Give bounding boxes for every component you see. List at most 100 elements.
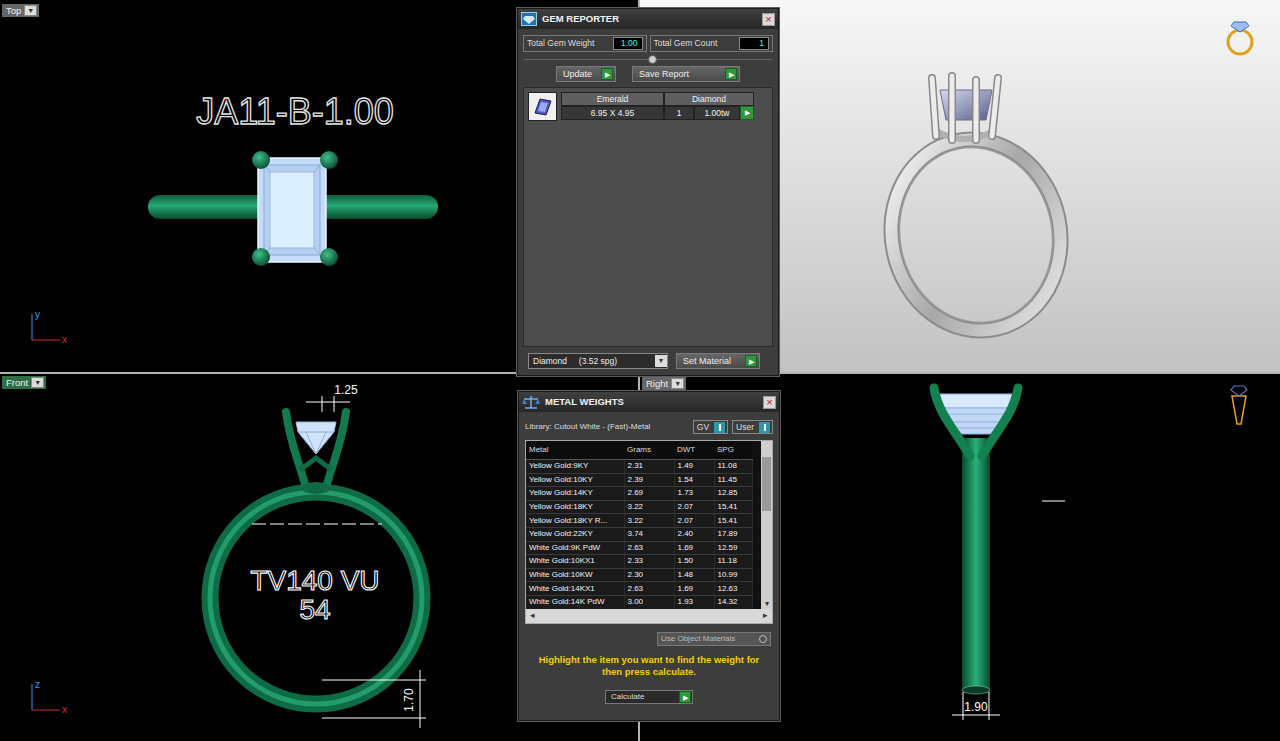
run-arrow[interactable]: ▶: [679, 691, 691, 703]
run-arrow[interactable]: ▶: [601, 68, 613, 80]
toggle-user[interactable]: User: [732, 420, 773, 434]
horizontal-scrollbar[interactable]: ◂ ▸: [526, 609, 772, 623]
hint-text: Highlight the item you want to find the …: [519, 646, 779, 678]
button-label: Calculate: [611, 691, 644, 703]
select-value: Use Object Materials: [661, 633, 735, 645]
metal-cell: 2.63: [624, 582, 674, 596]
emerald-stone[interactable]: [258, 158, 326, 262]
metal-cell: 1.73: [674, 487, 714, 501]
toggle-gv[interactable]: GV: [693, 420, 728, 434]
ring-band[interactable]: [210, 492, 422, 704]
run-arrow[interactable]: ▶: [725, 68, 737, 80]
title-bar[interactable]: METAL WEIGHTS ×: [519, 392, 779, 412]
ring-side-icon[interactable]: [1231, 386, 1247, 424]
metal-cell: 2.40: [674, 527, 714, 541]
stone-head[interactable]: [286, 412, 346, 494]
dimension-label: 1.25: [334, 383, 358, 397]
metal-row[interactable]: White Gold:10KW2.301.4810.99: [526, 568, 752, 582]
metal-row[interactable]: White Gold:14KX12.631.6912.63: [526, 582, 752, 596]
metal-row[interactable]: White Gold:10KX12.331.5011.18: [526, 555, 752, 569]
column-header[interactable]: DWT: [674, 441, 714, 460]
viewport-label[interactable]: Right ▼: [642, 377, 686, 390]
ring[interactable]: [874, 76, 1078, 346]
metal-weights-window[interactable]: METAL WEIGHTS × Library: Cutout White - …: [518, 391, 780, 721]
metal-cell: White Gold:10KW: [526, 568, 624, 582]
metal-row[interactable]: Yellow Gold:18KY R...3.222.0715.41: [526, 514, 752, 528]
viewport-name: Right: [646, 378, 668, 389]
metal-cell: White Gold:14KX1: [526, 582, 624, 596]
shape-header: Emerald: [561, 92, 664, 106]
title-bar[interactable]: GEM REPORTER ×: [518, 9, 778, 29]
metal-cell: 1.69: [674, 541, 714, 555]
field-label: Total Gem Count: [654, 37, 718, 50]
viewport-menu-button[interactable]: ▼: [24, 5, 37, 16]
toggle-switch-icon[interactable]: [759, 422, 770, 433]
close-button[interactable]: ×: [763, 396, 776, 409]
part-code-label: JA11-B-1.00: [196, 91, 393, 132]
metal-cell: 3.22: [624, 500, 674, 514]
metal-cell: 3.74: [624, 527, 674, 541]
calculate-button[interactable]: Calculate ▶: [605, 690, 693, 704]
metal-cell: 1.54: [674, 473, 714, 487]
splitter-knob[interactable]: [648, 55, 657, 64]
metal-cell: 15.41: [714, 514, 752, 528]
metal-cell: White Gold:14K PdW: [526, 595, 624, 609]
metal-cell: White Gold:10KX1: [526, 555, 624, 569]
axis-label: x: [62, 704, 67, 715]
metal-row[interactable]: Yellow Gold:14KY2.691.7312.85: [526, 487, 752, 501]
viewport-menu-button[interactable]: ▼: [671, 378, 684, 389]
run-arrow[interactable]: ▶: [740, 106, 754, 120]
vertical-scrollbar[interactable]: ▾: [761, 441, 772, 609]
gem-row[interactable]: EmeraldDiamond6.95 X 4.9511.00tw▶: [528, 92, 768, 121]
material-select[interactable]: Diamond (3.52 spg) ▼: [528, 353, 668, 369]
dropdown-arrow[interactable]: ▼: [655, 355, 667, 367]
column-header[interactable]: Metal: [526, 441, 624, 460]
metal-cell: Yellow Gold:10KY: [526, 473, 624, 487]
viewport-menu-button[interactable]: ▼: [31, 377, 44, 388]
window-title: GEM REPORTER: [542, 12, 757, 26]
metal-cell: 2.07: [674, 500, 714, 514]
close-button[interactable]: ×: [762, 13, 775, 26]
material-source-select[interactable]: Use Object Materials: [657, 632, 771, 646]
gem-reporter-window[interactable]: GEM REPORTER × Total Gem Weight 1.00 Tot…: [517, 8, 779, 376]
scroll-left-button[interactable]: ◂: [530, 609, 535, 623]
dimension-top: 1.25: [306, 383, 358, 412]
metal-cell: White Gold:9K PdW: [526, 541, 624, 555]
window-title: METAL WEIGHTS: [545, 395, 758, 409]
splitter[interactable]: [524, 53, 772, 65]
metal-row[interactable]: Yellow Gold:22KY3.742.4017.89: [526, 527, 752, 541]
metal-cell: 1.50: [674, 555, 714, 569]
prongs[interactable]: [252, 151, 338, 266]
update-button[interactable]: Update▶: [556, 66, 616, 82]
column-header[interactable]: SPG: [714, 441, 752, 460]
button-label: Set Material: [683, 356, 731, 367]
viewport-label[interactable]: Front ▼: [2, 376, 46, 389]
save-report-button[interactable]: Save Report▶: [632, 66, 740, 82]
metal-row[interactable]: Yellow Gold:9KY2.311.4911.08: [526, 460, 752, 474]
column-header[interactable]: Grams: [624, 441, 674, 460]
metal-cell: 2.33: [624, 555, 674, 569]
ring-shank[interactable]: [962, 438, 990, 690]
run-arrow[interactable]: ▶: [745, 355, 757, 367]
toggle-switch-icon[interactable]: [714, 422, 725, 433]
metal-cell: 2.63: [624, 541, 674, 555]
ring-gem-icon[interactable]: [1228, 22, 1252, 54]
gem-list[interactable]: EmeraldDiamond6.95 X 4.9511.00tw▶: [523, 87, 773, 347]
metal-table[interactable]: MetalGramsDWTSPG Yellow Gold:9KY2.311.49…: [525, 440, 773, 624]
stone-head[interactable]: [934, 388, 1018, 456]
metal-cell: 12.59: [714, 541, 752, 555]
library-label: Library: Cutout White - (Fast)-Metal: [525, 421, 689, 433]
viewport-label[interactable]: Top ▼: [2, 4, 39, 17]
metal-row[interactable]: Yellow Gold:10KY2.391.5411.45: [526, 473, 752, 487]
metal-cell: 11.18: [714, 555, 752, 569]
metal-row[interactable]: White Gold:9K PdW2.631.6912.59: [526, 541, 752, 555]
metal-cell: 1.49: [674, 460, 714, 474]
dimension-side: 1.70: [322, 670, 426, 728]
scroll-right-button[interactable]: ▸: [763, 609, 768, 623]
metal-row[interactable]: Yellow Gold:18KY3.222.0715.41: [526, 500, 752, 514]
metal-row[interactable]: White Gold:14K PdW3.001.9314.32: [526, 595, 752, 609]
set-material-button[interactable]: Set Material ▶: [676, 353, 760, 369]
scroll-down-button[interactable]: ▾: [761, 599, 772, 609]
metal-cell: 3.00: [624, 595, 674, 609]
metal-cell: Yellow Gold:9KY: [526, 460, 624, 474]
